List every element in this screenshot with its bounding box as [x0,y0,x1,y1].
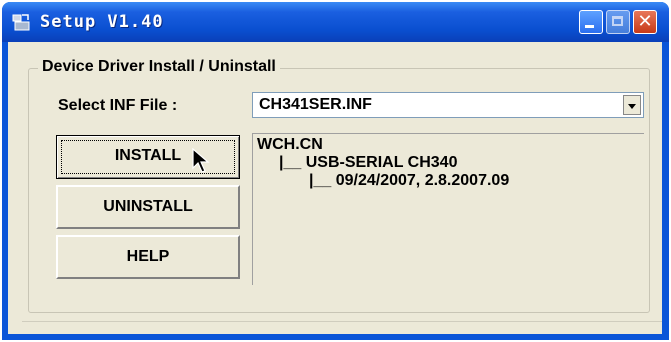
maximize-icon[interactable] [606,10,630,34]
inf-file-label: Select INF File : [58,97,178,114]
inf-file-value: CH341SER.INF [259,96,372,113]
setup-window: Setup V1.40 ✕ Device Driver Install / Un… [2,2,669,340]
group-label: Device Driver Install / Uninstall [38,58,280,76]
uninstall-button[interactable]: UNINSTALL [56,185,240,229]
install-button[interactable]: INSTALL [56,135,240,179]
driver-info-tree: WCH.CN |__ USB-SERIAL CH340 |__ 09/24/20… [252,133,644,285]
close-button[interactable]: ✕ [633,10,657,34]
tree-line-version: |__ 09/24/2007, 2.8.2007.09 [309,172,510,189]
title-bar[interactable]: Setup V1.40 ✕ [2,2,669,42]
minimize-icon[interactable] [579,10,603,34]
window-title: Setup V1.40 [40,12,164,32]
help-button[interactable]: HELP [56,235,240,279]
dialog-client-area: Device Driver Install / Uninstall Select… [8,42,662,334]
mouse-pointer-icon [192,148,210,173]
close-icon: ✕ [637,11,653,32]
setup-app-icon [12,14,30,31]
dropdown-arrow-icon[interactable] [623,95,641,115]
tree-line-device: |__ USB-SERIAL CH340 [279,154,458,171]
inf-file-select[interactable]: CH341SER.INF [252,92,644,118]
tree-line-vendor: WCH.CN [257,136,323,153]
dialog-bottom-divider [22,321,662,332]
